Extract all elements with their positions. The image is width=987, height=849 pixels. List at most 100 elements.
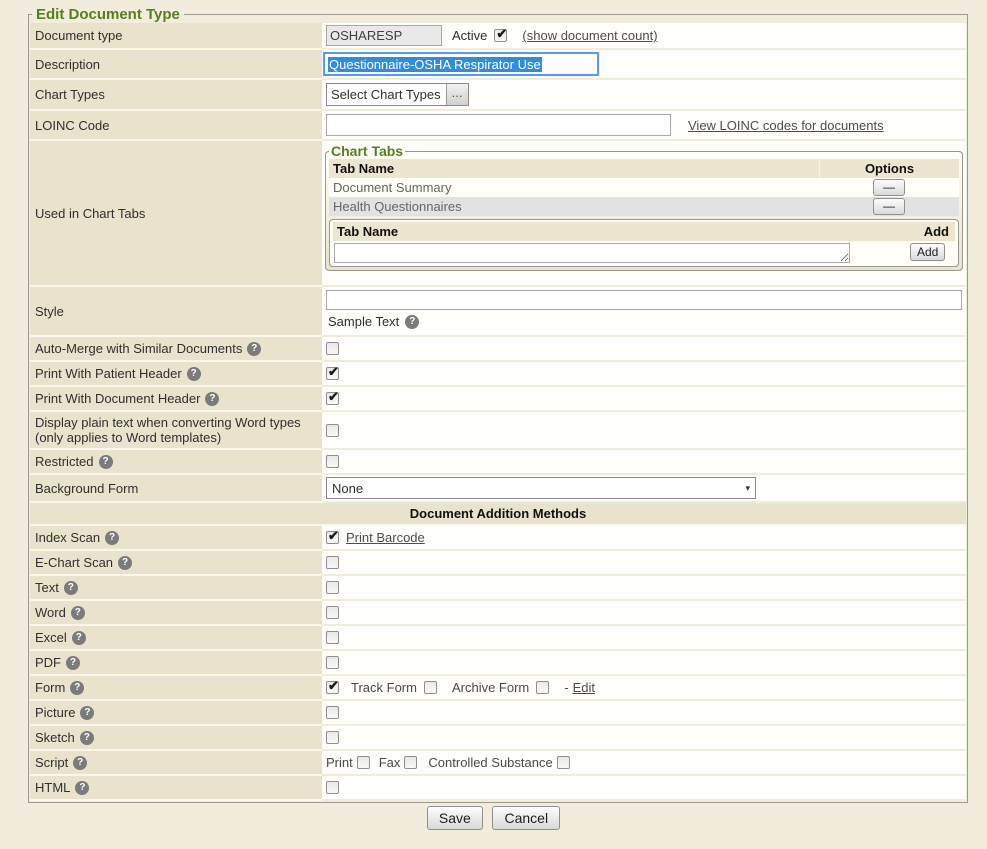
background-form-select[interactable]: None ▾ xyxy=(326,477,756,499)
row-print-document-header: Print With Document Header ? xyxy=(30,387,966,412)
track-form-checkbox[interactable] xyxy=(424,681,437,694)
document-type-input: OSHARESP xyxy=(326,25,442,46)
index-scan-checkbox[interactable] xyxy=(326,531,339,544)
echart-scan-checkbox[interactable] xyxy=(326,556,339,569)
add-col-tab-name: Tab Name xyxy=(333,222,911,241)
save-button[interactable]: Save xyxy=(427,806,483,830)
row-print-patient-header: Print With Patient Header ? xyxy=(30,362,966,387)
field-label: HTML xyxy=(35,780,70,795)
row-script: Script ? Print Fax Controlled Substance xyxy=(30,751,966,776)
display-plain-text-checkbox[interactable] xyxy=(326,424,339,437)
help-icon[interactable]: ? xyxy=(66,656,80,670)
select-chart-types-label: Select Chart Types xyxy=(331,87,441,102)
tab-name: Health Questionnaires xyxy=(329,197,819,216)
print-document-header-checkbox[interactable] xyxy=(326,392,339,405)
field-label: Text xyxy=(35,580,59,595)
print-patient-header-checkbox[interactable] xyxy=(326,367,339,380)
edit-form-link[interactable]: Edit xyxy=(573,680,595,695)
field-label: Print With Patient Header xyxy=(35,366,182,381)
add-col-add: Add xyxy=(911,222,955,241)
sketch-checkbox[interactable] xyxy=(326,731,339,744)
show-document-count-link[interactable]: (show document count) xyxy=(522,28,657,43)
auto-merge-checkbox[interactable] xyxy=(326,342,339,355)
script-print-checkbox[interactable] xyxy=(357,756,370,769)
sample-text: Sample Text xyxy=(328,314,399,329)
form-title: Edit Document Type xyxy=(32,6,184,23)
help-icon[interactable]: ? xyxy=(187,367,201,381)
restricted-checkbox[interactable] xyxy=(326,455,339,468)
field-label: Word xyxy=(35,605,66,620)
field-label: Restricted xyxy=(35,454,94,469)
description-input[interactable]: Questionnaire-OSHA Respirator Use xyxy=(323,52,599,76)
row-html: HTML ? xyxy=(30,776,966,801)
help-icon[interactable]: ? xyxy=(80,731,94,745)
html-checkbox[interactable] xyxy=(326,781,339,794)
script-fax-label: Fax xyxy=(379,755,401,770)
print-barcode-link[interactable]: Print Barcode xyxy=(346,530,425,545)
help-icon[interactable]: ? xyxy=(73,756,87,770)
field-label: E-Chart Scan xyxy=(35,555,113,570)
text-checkbox[interactable] xyxy=(326,581,339,594)
field-label: Background Form xyxy=(35,481,138,496)
row-auto-merge: Auto-Merge with Similar Documents ? xyxy=(30,337,966,362)
selected-text: Questionnaire-OSHA Respirator Use xyxy=(328,57,542,72)
select-chart-types-button[interactable]: Select Chart Types ... xyxy=(326,83,469,106)
form-checkbox[interactable] xyxy=(326,681,339,694)
cancel-button[interactable]: Cancel xyxy=(492,806,560,830)
tab-name: Document Summary xyxy=(329,178,819,197)
active-checkbox[interactable] xyxy=(494,29,507,42)
edit-document-type-form: Edit Document Type Document type OSHARES… xyxy=(28,6,968,803)
section-header-document-addition-methods: Document Addition Methods xyxy=(30,503,966,526)
help-icon[interactable]: ? xyxy=(64,581,78,595)
dropdown-arrow-icon: ▾ xyxy=(745,483,750,494)
help-icon[interactable]: ? xyxy=(80,706,94,720)
help-icon[interactable]: ? xyxy=(72,631,86,645)
row-background-form: Background Form None ▾ xyxy=(30,475,966,503)
help-icon[interactable]: ? xyxy=(71,606,85,620)
row-sketch: Sketch ? xyxy=(30,726,966,751)
help-icon[interactable]: ? xyxy=(105,531,119,545)
script-controlled-substance-checkbox[interactable] xyxy=(557,756,570,769)
row-display-plain-text: Display plain text when converting Word … xyxy=(30,412,966,450)
help-icon[interactable]: ? xyxy=(205,392,219,406)
help-icon[interactable]: ? xyxy=(99,455,113,469)
word-checkbox[interactable] xyxy=(326,606,339,619)
view-loinc-codes-link[interactable]: View LOINC codes for documents xyxy=(688,118,884,133)
archive-form-checkbox[interactable] xyxy=(536,681,549,694)
help-icon[interactable]: ? xyxy=(70,681,84,695)
new-tab-name-input[interactable] xyxy=(334,243,850,263)
row-excel: Excel ? xyxy=(30,626,966,651)
row-pdf: PDF ? xyxy=(30,651,966,676)
picture-checkbox[interactable] xyxy=(326,706,339,719)
ellipsis-button[interactable]: ... xyxy=(446,84,468,105)
loinc-code-input[interactable] xyxy=(326,114,671,136)
col-options: Options xyxy=(819,159,959,178)
remove-tab-button[interactable]: — xyxy=(873,179,905,196)
row-form: Form ? Track Form Archive Form - Edit xyxy=(30,676,966,701)
selected-option: None xyxy=(332,481,363,496)
add-tab-header: Tab Name Add xyxy=(333,222,955,241)
add-tab-box: Tab Name Add Add xyxy=(329,219,959,267)
chart-tabs-fieldset: Chart Tabs Tab Name Options Document Sum… xyxy=(325,143,963,271)
remove-tab-button[interactable]: — xyxy=(873,198,905,215)
help-icon[interactable]: ? xyxy=(75,781,89,795)
script-fax-checkbox[interactable] xyxy=(404,756,417,769)
help-icon[interactable]: ? xyxy=(405,315,419,329)
row-restricted: Restricted ? xyxy=(30,450,966,475)
row-echart-scan: E-Chart Scan ? xyxy=(30,551,966,576)
field-label: Used in Chart Tabs xyxy=(35,206,145,221)
chart-tabs-header: Tab Name Options xyxy=(329,159,959,178)
row-used-in-chart-tabs: Used in Chart Tabs Chart Tabs Tab Name O… xyxy=(30,141,966,287)
pdf-checkbox[interactable] xyxy=(326,656,339,669)
field-label: Style xyxy=(35,304,64,319)
track-form-label: Track Form xyxy=(351,680,417,695)
excel-checkbox[interactable] xyxy=(326,631,339,644)
help-icon[interactable]: ? xyxy=(118,556,132,570)
field-label: Display plain text when converting Word … xyxy=(35,415,318,445)
field-label: Print With Document Header xyxy=(35,391,200,406)
chart-tab-row: Document Summary — xyxy=(329,178,959,197)
add-tab-button[interactable]: Add xyxy=(910,243,945,261)
help-icon[interactable]: ? xyxy=(247,342,261,356)
style-input[interactable] xyxy=(326,290,962,310)
field-label: Excel xyxy=(35,630,67,645)
